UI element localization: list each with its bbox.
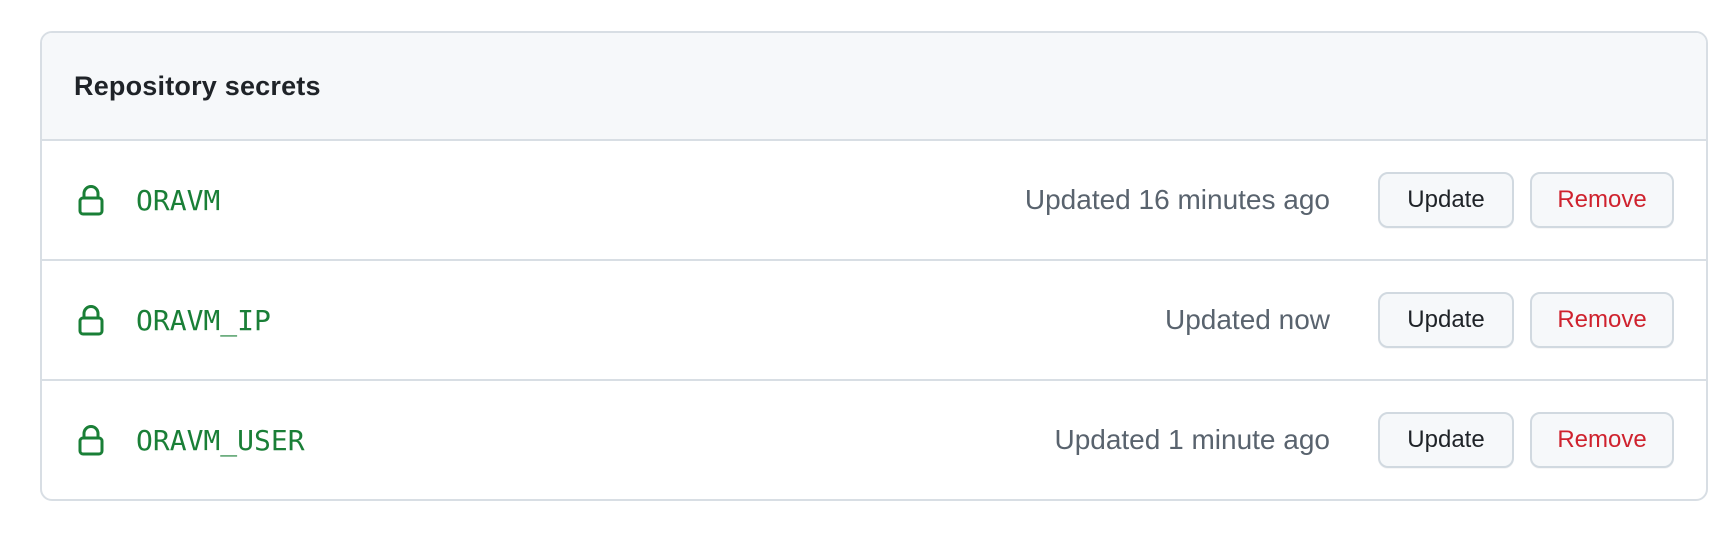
secret-name: ORAVM_IP: [136, 303, 271, 337]
update-button[interactable]: Update: [1378, 172, 1514, 228]
repository-secrets-panel: Repository secrets ORAVM Updated 16 minu…: [40, 31, 1708, 501]
panel-title: Repository secrets: [74, 70, 321, 101]
remove-button[interactable]: Remove: [1530, 172, 1674, 228]
update-button[interactable]: Update: [1378, 412, 1514, 468]
updated-timestamp: Updated 1 minute ago: [1054, 424, 1330, 455]
secret-row: ORAVM_IP Updated now Update Remove: [42, 261, 1706, 381]
remove-button[interactable]: Remove: [1530, 292, 1674, 348]
update-button[interactable]: Update: [1378, 292, 1514, 348]
remove-button[interactable]: Remove: [1530, 412, 1674, 468]
secret-row: ORAVM Updated 16 minutes ago Update Remo…: [42, 141, 1706, 261]
panel-header: Repository secrets: [42, 33, 1706, 141]
updated-timestamp: Updated now: [1164, 304, 1330, 335]
updated-timestamp: Updated 16 minutes ago: [1024, 184, 1330, 215]
lock-icon: [76, 183, 106, 217]
secret-row: ORAVM_USER Updated 1 minute ago Update R…: [42, 381, 1706, 499]
secret-name: ORAVM: [136, 183, 221, 217]
lock-icon: [76, 303, 106, 337]
lock-icon: [76, 423, 106, 457]
secret-name: ORAVM_USER: [136, 423, 305, 457]
